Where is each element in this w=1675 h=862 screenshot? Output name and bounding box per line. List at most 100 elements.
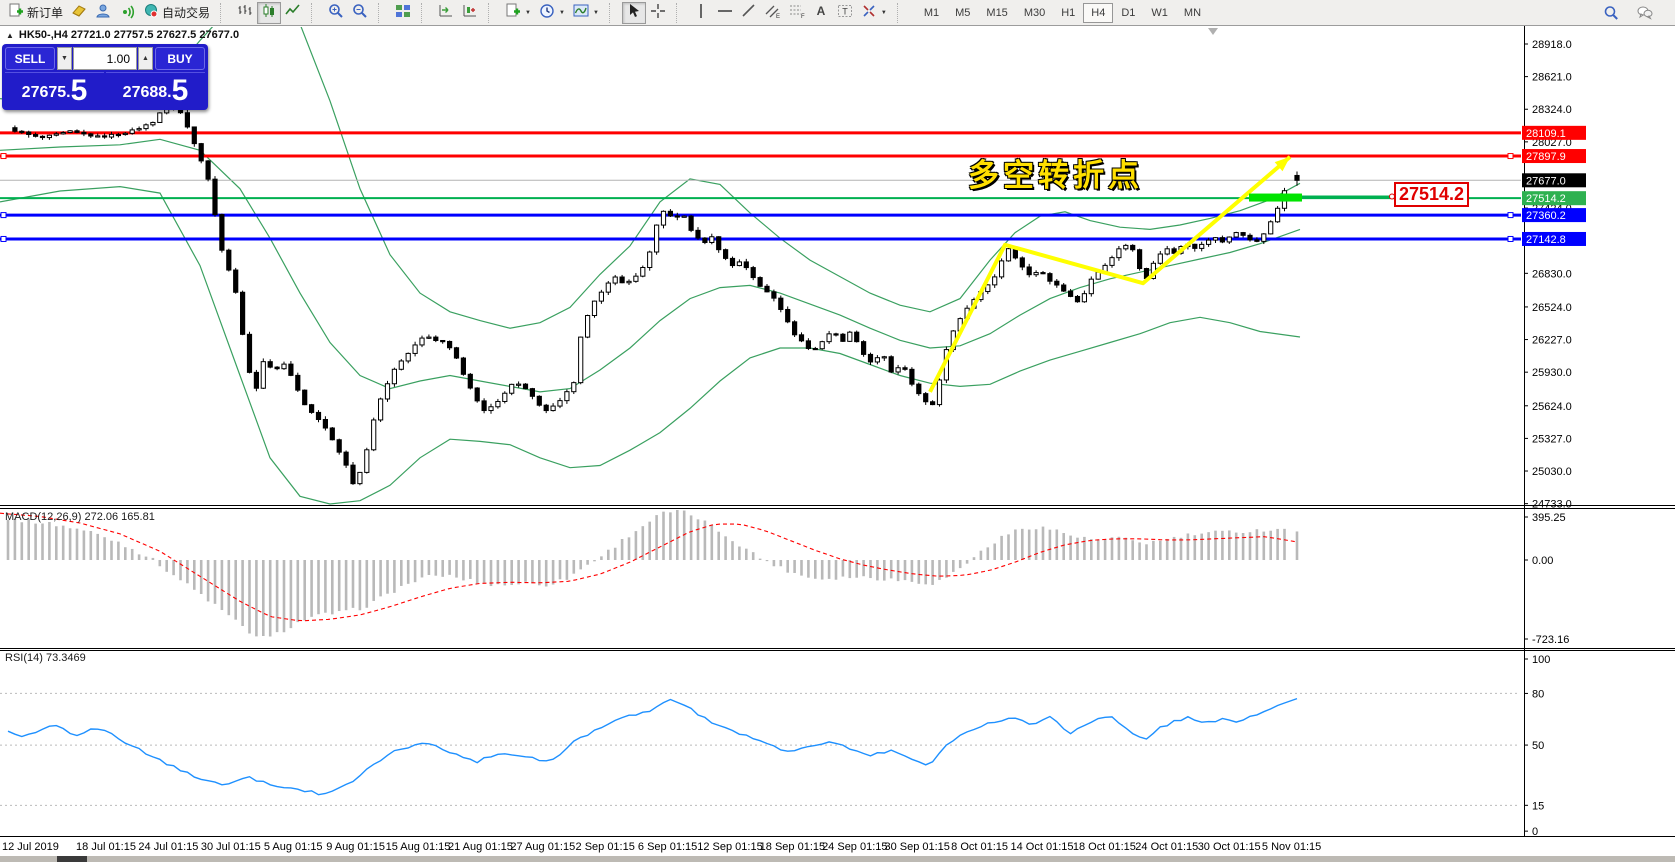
buy-price-frac: 5 bbox=[172, 76, 189, 106]
candle-chart-button[interactable] bbox=[257, 2, 281, 24]
tile-windows-button[interactable] bbox=[391, 2, 415, 24]
arrows-icon bbox=[861, 3, 877, 22]
svg-text:100: 100 bbox=[1532, 654, 1550, 666]
chart-shift-icon bbox=[462, 3, 478, 22]
horizontal-line-button[interactable] bbox=[713, 2, 737, 24]
macd-indicator-label: MACD(12,26,9) 272.06 165.81 bbox=[5, 511, 155, 523]
svg-text:30 Jul 01:15: 30 Jul 01:15 bbox=[201, 841, 261, 853]
crosshair-icon bbox=[650, 3, 666, 22]
svg-text:0: 0 bbox=[1532, 826, 1538, 838]
fibonacci-button[interactable]: F bbox=[785, 2, 809, 24]
toolbar-divider bbox=[609, 3, 618, 23]
chat-button[interactable] bbox=[1633, 2, 1657, 24]
search-button[interactable] bbox=[1599, 2, 1623, 24]
svg-text:27677.0: 27677.0 bbox=[1526, 175, 1566, 187]
bar-chart-button[interactable] bbox=[233, 2, 257, 24]
time-axis[interactable]: 12 Jul 2019 18 Jul 01:1524 Jul 01:1530 Ju… bbox=[2, 841, 1321, 853]
signals-icon bbox=[119, 3, 135, 22]
sell-button[interactable]: SELL bbox=[5, 47, 55, 70]
symbol-ohlc-line: ▲ HK50-,H4 27721.0 27757.5 27627.5 27677… bbox=[6, 29, 239, 41]
svg-text:0.00: 0.00 bbox=[1532, 555, 1553, 567]
new-chart-icon bbox=[505, 3, 521, 22]
text-label-button[interactable]: T bbox=[833, 2, 857, 24]
svg-text:14 Oct 01:15: 14 Oct 01:15 bbox=[1011, 841, 1074, 853]
crosshair-button[interactable] bbox=[646, 2, 670, 24]
svg-text:28324.0: 28324.0 bbox=[1532, 104, 1572, 116]
timeframe-m1[interactable]: M1 bbox=[916, 3, 947, 23]
candle-chart-icon bbox=[261, 3, 277, 22]
zoom-out-button[interactable] bbox=[348, 2, 372, 24]
svg-text:27360.2: 27360.2 bbox=[1526, 210, 1566, 222]
zoom-in-icon bbox=[328, 3, 344, 22]
autotrade-button[interactable]: 自动交易 bbox=[139, 2, 214, 24]
toolbar-divider bbox=[676, 3, 685, 23]
toolbar-right bbox=[1599, 2, 1671, 24]
volume-field[interactable]: 1.00 bbox=[73, 47, 137, 70]
svg-text:9 Aug 01:15: 9 Aug 01:15 bbox=[326, 841, 385, 853]
volume-down-button[interactable]: ▼ bbox=[57, 47, 72, 70]
zoom-in-button[interactable] bbox=[324, 2, 348, 24]
sell-price-box[interactable]: 27675.5 bbox=[5, 72, 104, 107]
line-chart-button[interactable] bbox=[281, 2, 305, 24]
svg-text:2 Sep 01:15: 2 Sep 01:15 bbox=[576, 841, 635, 853]
svg-text:15 Aug 01:15: 15 Aug 01:15 bbox=[386, 841, 451, 853]
svg-text:25624.0: 25624.0 bbox=[1532, 401, 1572, 413]
buy-price-box[interactable]: 27688.5 bbox=[106, 72, 205, 107]
timeframe-mn[interactable]: MN bbox=[1176, 3, 1209, 23]
price-tag-label: 27514.2 bbox=[1394, 182, 1469, 207]
svg-text:E: E bbox=[776, 14, 780, 19]
period-icon bbox=[539, 3, 555, 22]
svg-text:5 Aug 01:15: 5 Aug 01:15 bbox=[264, 841, 323, 853]
timeframe-h4[interactable]: H4 bbox=[1083, 3, 1113, 23]
text-icon: A bbox=[813, 3, 829, 22]
chart-shift-button[interactable] bbox=[458, 2, 482, 24]
svg-text:30 Oct 01:15: 30 Oct 01:15 bbox=[1198, 841, 1261, 853]
arrows-button[interactable]: ▼ bbox=[857, 2, 891, 24]
scroll-to-end-button[interactable] bbox=[434, 2, 458, 24]
toolbar-divider bbox=[421, 3, 430, 23]
volume-up-button[interactable]: ▲ bbox=[138, 47, 153, 70]
timeframe-m5[interactable]: M5 bbox=[947, 3, 978, 23]
new-order-icon bbox=[8, 3, 24, 22]
chart-window-button[interactable] bbox=[67, 2, 91, 24]
vertical-line-button[interactable] bbox=[689, 2, 713, 24]
new-chart-button[interactable]: ▼ bbox=[501, 2, 535, 24]
channel-button[interactable]: E bbox=[761, 2, 785, 24]
toolbar-divider bbox=[488, 3, 497, 23]
chevron-down-icon: ▼ bbox=[593, 10, 599, 16]
buy-button[interactable]: BUY bbox=[155, 47, 205, 70]
svg-text:18 Oct 01:15: 18 Oct 01:15 bbox=[1073, 841, 1136, 853]
svg-text:18 Jul 01:15: 18 Jul 01:15 bbox=[76, 841, 136, 853]
timeframe-d1[interactable]: D1 bbox=[1113, 3, 1143, 23]
cursor-button[interactable] bbox=[622, 2, 646, 24]
volume-stepper: ▼ 1.00 ▲ bbox=[57, 47, 153, 70]
channel-icon: E bbox=[765, 3, 781, 22]
svg-text:12 Jul 2019: 12 Jul 2019 bbox=[2, 841, 59, 853]
trendline-icon bbox=[741, 3, 757, 22]
line-chart-icon bbox=[285, 3, 301, 22]
period-button[interactable]: ▼ bbox=[535, 2, 569, 24]
text-button[interactable]: A bbox=[809, 2, 833, 24]
svg-text:24 Jul 01:15: 24 Jul 01:15 bbox=[138, 841, 198, 853]
fibonacci-icon: F bbox=[789, 3, 805, 22]
indicators-icon bbox=[573, 3, 589, 22]
signals-button[interactable] bbox=[115, 2, 139, 24]
timeframe-m30[interactable]: M30 bbox=[1016, 3, 1053, 23]
indicators-button[interactable]: ▼ bbox=[569, 2, 603, 24]
chevron-down-icon: ▼ bbox=[881, 10, 887, 16]
svg-text:27142.8: 27142.8 bbox=[1526, 234, 1566, 246]
timeframe-h1[interactable]: H1 bbox=[1053, 3, 1083, 23]
zoom-out-icon bbox=[352, 3, 368, 22]
market-watch-button[interactable] bbox=[91, 2, 115, 24]
svg-text:8 Oct 01:15: 8 Oct 01:15 bbox=[951, 841, 1008, 853]
toolbar-divider bbox=[897, 3, 906, 23]
collapse-panel-icon[interactable]: ▲ bbox=[6, 31, 14, 40]
chart-canvas[interactable]: 28918.028621.028324.028027.027424.026830… bbox=[0, 0, 1675, 862]
timeframe-m15[interactable]: M15 bbox=[978, 3, 1015, 23]
trendline-button[interactable] bbox=[737, 2, 761, 24]
svg-text:24733.0: 24733.0 bbox=[1532, 499, 1572, 511]
timeframe-w1[interactable]: W1 bbox=[1143, 3, 1176, 23]
buy-price-int: 27688 bbox=[123, 80, 168, 106]
new-order-button[interactable]: 新订单 bbox=[4, 2, 67, 24]
svg-text:27514.2: 27514.2 bbox=[1526, 193, 1566, 205]
